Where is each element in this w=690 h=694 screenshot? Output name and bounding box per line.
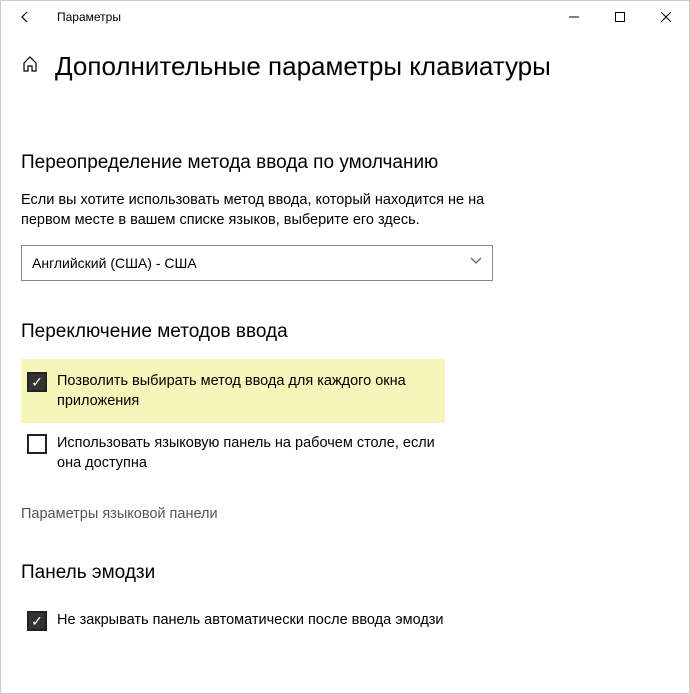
title-bar: Параметры bbox=[1, 1, 689, 33]
window-title: Параметры bbox=[41, 10, 551, 24]
checkbox-label: Позволить выбирать метод ввода для каждо… bbox=[57, 371, 439, 412]
back-button[interactable] bbox=[9, 1, 41, 33]
checkbox-label: Не закрывать панель автоматически после … bbox=[57, 610, 444, 630]
section-override-title: Переопределение метода ввода по умолчани… bbox=[21, 152, 669, 174]
checkbox-per-window-input[interactable]: Позволить выбирать метод ввода для каждо… bbox=[21, 359, 445, 424]
close-button[interactable] bbox=[643, 1, 689, 33]
home-icon[interactable] bbox=[21, 55, 39, 78]
chevron-down-icon bbox=[470, 257, 482, 268]
checkbox-emoji-panel-keep-open[interactable]: Не закрывать панель автоматически после … bbox=[21, 600, 461, 641]
section-switch-title: Переключение методов ввода bbox=[21, 321, 669, 343]
section-emoji-title: Панель эмодзи bbox=[21, 562, 669, 584]
page-title: Дополнительные параметры клавиатуры bbox=[55, 51, 551, 82]
minimize-button[interactable] bbox=[551, 1, 597, 33]
checkbox-icon bbox=[27, 611, 47, 631]
language-bar-options-link[interactable]: Параметры языковой панели bbox=[21, 506, 669, 522]
checkbox-label: Использовать языковую панель на рабочем … bbox=[57, 433, 455, 474]
input-method-dropdown[interactable]: Английский (США) - США bbox=[21, 245, 493, 281]
checkbox-icon bbox=[27, 372, 47, 392]
maximize-button[interactable] bbox=[597, 1, 643, 33]
dropdown-selected-value: Английский (США) - США bbox=[32, 255, 197, 271]
section-override-description: Если вы хотите использовать метод ввода,… bbox=[21, 190, 501, 231]
checkbox-icon bbox=[27, 434, 47, 454]
checkbox-language-bar-desktop[interactable]: Использовать языковую панель на рабочем … bbox=[21, 423, 461, 484]
